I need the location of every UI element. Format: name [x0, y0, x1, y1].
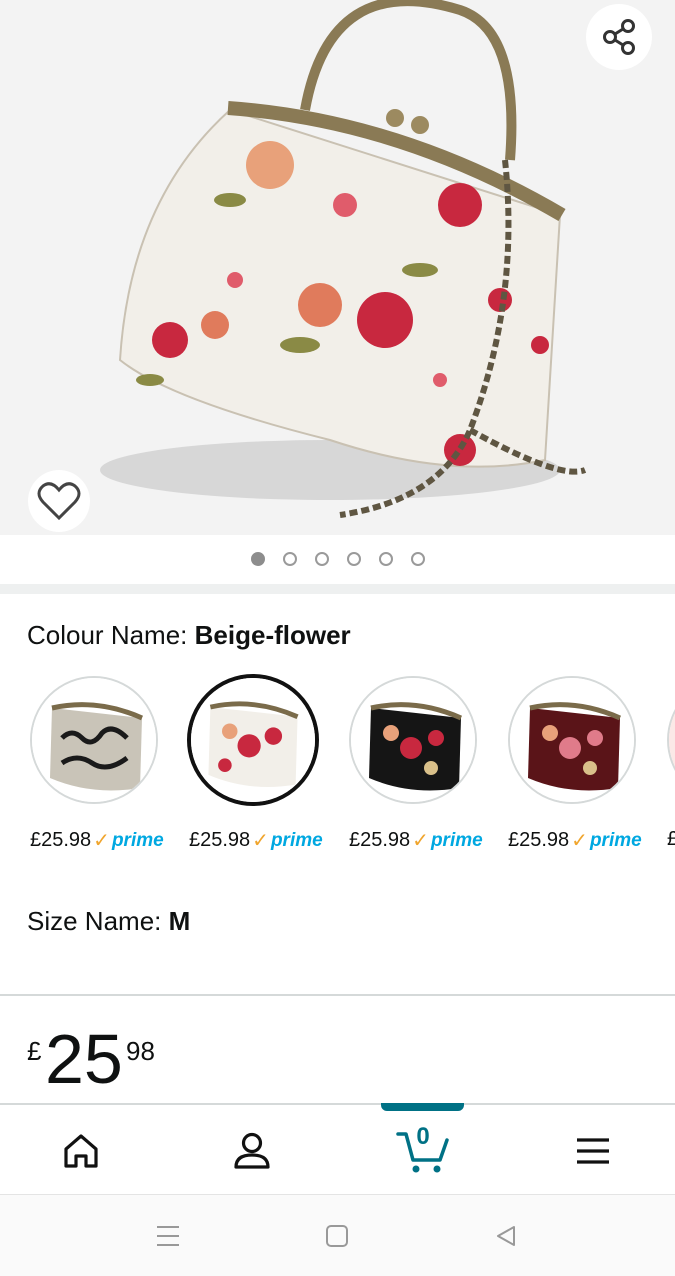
section-divider — [0, 584, 675, 594]
swatch-price: £25.98 ✓ prime — [189, 829, 323, 852]
prime-check-icon: ✓ — [93, 830, 110, 852]
carousel-dot[interactable] — [314, 552, 329, 566]
carousel-dot[interactable] — [282, 552, 297, 566]
colour-swatch-list[interactable]: £25.98 ✓ prime £25.98 ✓ prime £25.98 ✓ p… — [0, 672, 675, 862]
recents-icon — [157, 1226, 179, 1246]
active-tab-indicator — [381, 1103, 464, 1111]
swatch-image — [349, 676, 477, 804]
swatch-price: £25.98 ✓ prime — [30, 829, 164, 852]
size-name-row: Size Name: M — [27, 906, 190, 937]
system-home-button[interactable] — [322, 1221, 352, 1251]
carousel-dot[interactable] — [250, 552, 265, 566]
nav-cart[interactable]: 0 — [396, 1123, 450, 1173]
swatch-price: £ — [667, 828, 675, 850]
divider — [0, 994, 675, 996]
swatch-image — [30, 676, 158, 804]
bottom-navigation: 0 — [0, 1103, 675, 1195]
carousel-dot[interactable] — [378, 552, 393, 566]
price-fraction: 98 — [126, 1036, 155, 1066]
recents-button[interactable] — [153, 1221, 183, 1251]
system-back-button[interactable] — [491, 1221, 521, 1251]
swatch-image — [508, 676, 636, 804]
price-currency: £ — [27, 1036, 42, 1066]
home-icon — [64, 1134, 98, 1168]
cart-count-badge: 0 — [416, 1123, 430, 1150]
swatch-image — [187, 674, 319, 806]
heart-icon — [37, 482, 81, 521]
carousel-dot[interactable] — [346, 552, 361, 566]
carousel-indicator — [0, 548, 675, 570]
prime-check-icon: ✓ — [252, 830, 269, 852]
swatch-price: £25.98 ✓ prime — [508, 829, 642, 852]
home-square-icon — [326, 1225, 348, 1247]
prime-check-icon: ✓ — [571, 830, 588, 852]
share-icon — [603, 19, 635, 55]
size-name-label: Size Name: — [27, 906, 162, 936]
swatch-price: £25.98 ✓ prime — [349, 829, 483, 852]
carousel-dot[interactable] — [410, 552, 425, 566]
product-image-carousel[interactable] — [0, 0, 675, 535]
add-to-wishlist-button[interactable] — [28, 470, 90, 532]
price-whole: 25 — [45, 1020, 123, 1098]
product-image — [100, 0, 587, 518]
swatch-image — [667, 676, 675, 804]
share-button[interactable] — [586, 4, 652, 70]
system-navigation-bar — [0, 1194, 675, 1276]
back-icon — [497, 1226, 515, 1246]
person-icon — [234, 1132, 270, 1169]
size-name-value: M — [168, 906, 191, 936]
nav-menu[interactable] — [571, 1129, 615, 1173]
colour-name-label: Colour Name: — [27, 620, 188, 650]
nav-account[interactable] — [230, 1129, 274, 1173]
colour-name-value: Beige-flower — [194, 620, 351, 650]
colour-name-row: Colour Name: Beige-flower — [27, 620, 351, 651]
prime-check-icon: ✓ — [412, 830, 429, 852]
nav-home[interactable] — [59, 1129, 103, 1173]
menu-icon — [577, 1138, 609, 1164]
